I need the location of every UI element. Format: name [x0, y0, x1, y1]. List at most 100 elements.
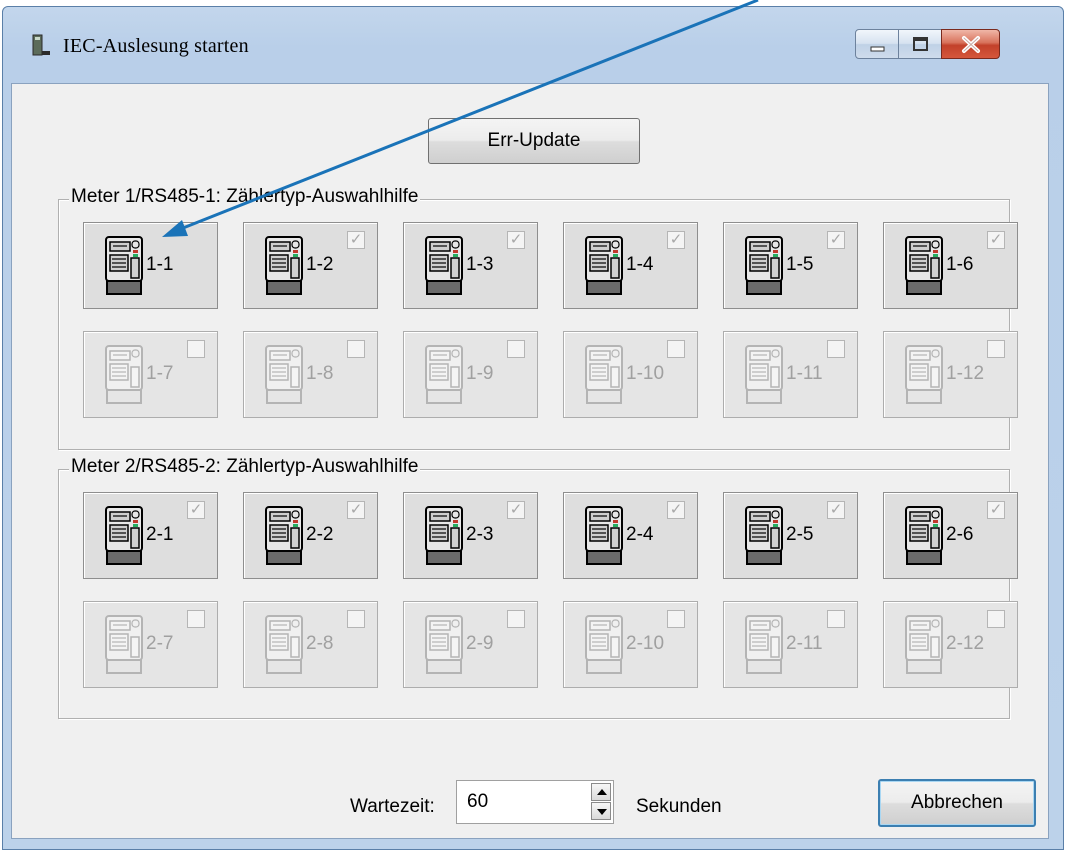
meter-button-label: 1-7	[146, 363, 174, 384]
meter-select-checkbox[interactable]: ✓	[987, 501, 1005, 519]
meter-button-label: 2-7	[146, 633, 174, 654]
meter-icon	[264, 506, 304, 567]
meter-icon	[744, 615, 784, 676]
meter-select-checkbox[interactable]: ✓	[667, 501, 685, 519]
meter-button-label: 2-8	[306, 633, 334, 654]
meter-button-2-9[interactable]: 2-9	[403, 601, 538, 688]
meter-select-checkbox[interactable]	[987, 340, 1005, 358]
meter-button-2-12[interactable]: 2-12	[883, 601, 1018, 688]
meter2-group-title: Meter 2/RS485-2: Zählertyp-Auswahlhilfe	[69, 456, 421, 478]
meter-icon	[264, 615, 304, 676]
chevron-up-icon	[597, 789, 607, 795]
close-button[interactable]	[941, 29, 1000, 59]
meter-select-checkbox[interactable]	[347, 340, 365, 358]
cancel-button[interactable]: Abbrechen	[878, 779, 1036, 827]
meter-button-2-4[interactable]: 2-4 ✓	[563, 492, 698, 579]
meter-button-1-2[interactable]: 1-2 ✓	[243, 222, 378, 309]
meter-button-2-11[interactable]: 2-11	[723, 601, 858, 688]
meter-icon	[424, 615, 464, 676]
meter-button-1-8[interactable]: 1-8	[243, 331, 378, 418]
meter-button-label: 1-9	[466, 363, 494, 384]
meter-button-label: 1-12	[946, 363, 985, 384]
meter-button-2-3[interactable]: 2-3 ✓	[403, 492, 538, 579]
maximize-icon	[913, 37, 928, 51]
meter-select-checkbox[interactable]: ✓	[507, 231, 525, 249]
wait-time-value[interactable]: 60	[467, 791, 488, 813]
meter-button-1-7[interactable]: 1-7	[83, 331, 218, 418]
spinner-up-button[interactable]	[591, 783, 611, 801]
err-update-button[interactable]: Err-Update	[428, 118, 640, 164]
meter-button-2-5[interactable]: 2-5 ✓	[723, 492, 858, 579]
title-bar[interactable]: IEC-Auslesung starten	[3, 7, 1063, 83]
dialog-window: IEC-Auslesung starten Err-Update Meter 1…	[2, 6, 1064, 850]
meter-button-label: 1-10	[626, 363, 665, 384]
wait-time-spinner[interactable]: 60	[456, 780, 614, 824]
meter-select-checkbox[interactable]	[827, 340, 845, 358]
meter-button-1-5[interactable]: 1-5 ✓	[723, 222, 858, 309]
meter-icon	[744, 236, 784, 297]
meter-select-checkbox[interactable]: ✓	[827, 501, 845, 519]
meter-icon	[104, 615, 144, 676]
meter-button-label: 1-3	[466, 254, 494, 275]
meter-button-label: 1-2	[306, 254, 334, 275]
spinner-down-button[interactable]	[591, 802, 611, 820]
meter-button-label: 1-4	[626, 254, 654, 275]
meter-icon	[104, 506, 144, 567]
meter-button-1-3[interactable]: 1-3 ✓	[403, 222, 538, 309]
meter1-group-title: Meter 1/RS485-1: Zählertyp-Auswahlhilfe	[69, 186, 421, 208]
meter-button-1-12[interactable]: 1-12	[883, 331, 1018, 418]
meter-button-label: 2-9	[466, 633, 494, 654]
meter-button-1-6[interactable]: 1-6 ✓	[883, 222, 1018, 309]
meter-button-label: 2-2	[306, 524, 334, 545]
meter-select-checkbox[interactable]: ✓	[347, 231, 365, 249]
meter-button-label: 2-3	[466, 524, 494, 545]
meter-button-2-8[interactable]: 2-8	[243, 601, 378, 688]
meter-select-checkbox[interactable]	[827, 610, 845, 628]
meter-button-2-1[interactable]: 2-1 ✓	[83, 492, 218, 579]
meter-button-label: 2-6	[946, 524, 974, 545]
meter-select-checkbox[interactable]: ✓	[187, 501, 205, 519]
meter-select-checkbox[interactable]: ✓	[827, 231, 845, 249]
meter-select-checkbox[interactable]: ✓	[987, 231, 1005, 249]
meter-button-2-6[interactable]: 2-6 ✓	[883, 492, 1018, 579]
meter-button-label: 2-12	[946, 633, 985, 654]
meter-button-1-10[interactable]: 1-10	[563, 331, 698, 418]
meter-select-checkbox[interactable]	[187, 610, 205, 628]
meter-icon	[904, 345, 944, 406]
meter-icon	[424, 345, 464, 406]
meter-icon	[744, 345, 784, 406]
meter-button-1-11[interactable]: 1-11	[723, 331, 858, 418]
minimize-icon	[870, 46, 885, 52]
meter-button-1-4[interactable]: 1-4 ✓	[563, 222, 698, 309]
meter-icon	[104, 236, 144, 297]
meter-select-checkbox[interactable]	[987, 610, 1005, 628]
meter2-group: Meter 2/RS485-2: Zählertyp-Auswahlhilfe …	[58, 456, 1018, 719]
meter-button-2-2[interactable]: 2-2 ✓	[243, 492, 378, 579]
meter-select-checkbox[interactable]	[667, 610, 685, 628]
meter-select-checkbox[interactable]	[667, 340, 685, 358]
meter-select-checkbox[interactable]	[347, 610, 365, 628]
meter-icon	[904, 236, 944, 297]
meter-button-label: 2-11	[786, 633, 823, 654]
meter-button-1-1[interactable]: 1-1	[83, 222, 218, 309]
meter-icon	[264, 345, 304, 406]
close-icon	[962, 36, 980, 53]
meter-icon	[104, 345, 144, 406]
seconds-unit-label: Sekunden	[636, 796, 722, 817]
meter-button-label: 2-4	[626, 524, 654, 545]
meter-button-2-10[interactable]: 2-10	[563, 601, 698, 688]
meter-select-checkbox[interactable]	[187, 340, 205, 358]
meter-icon	[584, 345, 624, 406]
app-icon	[32, 34, 50, 56]
minimize-button[interactable]	[855, 29, 899, 59]
meter-button-1-9[interactable]: 1-9	[403, 331, 538, 418]
meter-button-2-7[interactable]: 2-7	[83, 601, 218, 688]
meter-select-checkbox[interactable]: ✓	[347, 501, 365, 519]
meter-button-label: 2-5	[786, 524, 814, 545]
meter-select-checkbox[interactable]	[507, 610, 525, 628]
meter-icon	[904, 615, 944, 676]
meter-select-checkbox[interactable]: ✓	[667, 231, 685, 249]
maximize-button[interactable]	[898, 29, 942, 59]
meter-select-checkbox[interactable]	[507, 340, 525, 358]
meter-select-checkbox[interactable]: ✓	[507, 501, 525, 519]
